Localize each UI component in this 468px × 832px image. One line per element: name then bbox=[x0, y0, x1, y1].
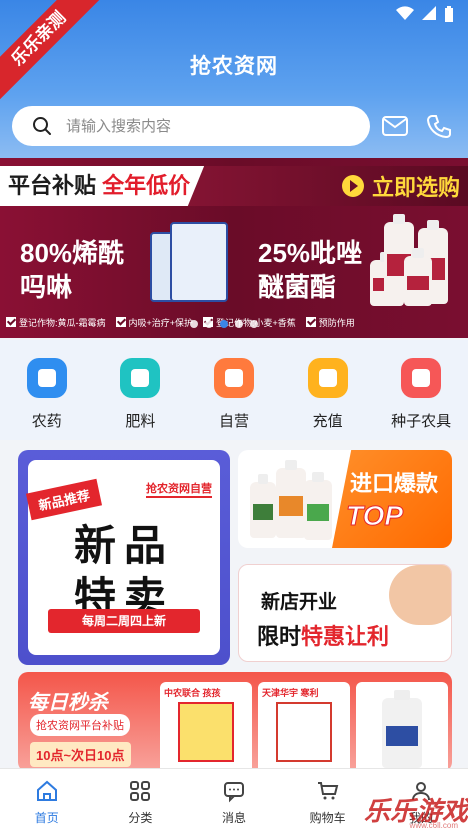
carousel-dot[interactable] bbox=[250, 320, 258, 328]
category-fertilizer[interactable]: 肥料 bbox=[94, 340, 188, 440]
new-shop-subtitle-b: 特惠让利 bbox=[301, 624, 390, 649]
flash-sale-item[interactable] bbox=[356, 682, 448, 772]
banner-footnote: 预防作用 bbox=[305, 316, 355, 329]
tab-label: 分类 bbox=[128, 811, 153, 825]
grid-icon bbox=[130, 781, 151, 801]
fertilizer-icon bbox=[120, 358, 161, 398]
flash-sale-subtitle: 抢农资网平台补贴 bbox=[30, 714, 130, 736]
watermark-url: www.c6ll.com bbox=[409, 821, 458, 830]
seed-tool-icon bbox=[401, 358, 442, 398]
message-icon bbox=[223, 782, 244, 803]
flash-item-brand: 天津华宇 寒利 bbox=[262, 688, 319, 698]
flash-sale-time: 10点~次日10点 bbox=[30, 742, 131, 767]
battery-icon bbox=[444, 6, 454, 25]
tab-label: 消息 bbox=[221, 811, 246, 825]
banner-footnote: 内吸+治疗+保护 bbox=[115, 316, 193, 329]
new-products-panel: 新品推荐 抢农资网自营 新品 特卖 每周二周四上新 bbox=[25, 460, 220, 655]
page-title: 抢农资网 bbox=[190, 55, 278, 78]
banner-product-1: 80%烯酰吗啉 bbox=[20, 238, 125, 302]
tab-label: 首页 bbox=[34, 811, 59, 825]
select-now-label: 立即选购 bbox=[371, 175, 460, 200]
product-bottle-image bbox=[404, 248, 432, 306]
import-orange-panel bbox=[332, 450, 452, 548]
promo-banner[interactable]: 平台补贴 全年低价 立即选购 80%烯酰吗啉 25%吡唑醚菌酯 登记作物:黄瓜-… bbox=[0, 158, 468, 338]
fist-image bbox=[389, 565, 451, 625]
new-shop-card[interactable]: 新店开业 限时特惠让利 bbox=[238, 564, 452, 662]
search-input[interactable] bbox=[66, 117, 336, 135]
cart-icon bbox=[317, 782, 338, 800]
search-bar[interactable] bbox=[12, 106, 370, 146]
signal-icon bbox=[422, 6, 436, 25]
home-icon bbox=[36, 780, 57, 801]
product-package-image bbox=[276, 702, 332, 762]
carousel-dot[interactable] bbox=[235, 320, 243, 328]
search-icon bbox=[33, 117, 51, 135]
banner-headline-part1: 平台补贴 bbox=[8, 173, 97, 198]
mail-icon[interactable] bbox=[380, 112, 410, 140]
carousel-dot-active[interactable] bbox=[220, 320, 228, 328]
category-seeds-tools[interactable]: 种子农具 bbox=[374, 340, 468, 440]
product-bottle-image bbox=[250, 474, 276, 538]
flash-sale-item[interactable]: 天津华宇 寒利 bbox=[258, 682, 350, 772]
tab-category[interactable]: 分类 bbox=[94, 769, 188, 832]
tab-messages[interactable]: 消息 bbox=[187, 769, 281, 832]
select-now-button[interactable]: 立即选购 bbox=[341, 170, 460, 202]
category-label: 种子农具 bbox=[391, 413, 452, 430]
category-label: 肥料 bbox=[125, 413, 156, 430]
tab-home[interactable]: 首页 bbox=[0, 769, 94, 832]
status-bar bbox=[396, 6, 454, 25]
store-icon bbox=[213, 358, 254, 398]
self-operated-tag: 抢农资网自营 bbox=[146, 480, 212, 498]
new-shop-subtitle-a: 限时 bbox=[257, 624, 302, 649]
product-bottle-image bbox=[382, 690, 422, 768]
import-hot-card[interactable]: 进口爆款 TOP bbox=[238, 450, 452, 548]
flash-sale-items: 中农联合 孩孩 天津华宇 寒利 bbox=[160, 682, 448, 772]
banner-product-2: 25%吡唑醚菌酯 bbox=[258, 238, 363, 302]
carousel-dot[interactable] bbox=[190, 320, 198, 328]
flash-sale-card[interactable]: 每日秒杀 抢农资网平台补贴 10点~次日10点 中农联合 孩孩 天津华宇 寒利 bbox=[18, 672, 452, 772]
new-shop-title: 新店开业 bbox=[261, 592, 338, 613]
category-self-operated[interactable]: 自营 bbox=[187, 340, 281, 440]
carousel-dot[interactable] bbox=[205, 320, 213, 328]
category-grid: 农药 肥料 自营 充值 种子农具 bbox=[0, 340, 468, 440]
flash-sale-item[interactable]: 中农联合 孩孩 bbox=[160, 682, 252, 772]
new-shop-subtitle: 限时特惠让利 bbox=[257, 619, 389, 651]
flash-item-brand: 中农联合 孩孩 bbox=[164, 688, 221, 698]
tab-label: 购物车 bbox=[309, 811, 346, 825]
product-bottle-image bbox=[304, 472, 332, 540]
banner-headline-part2: 全年低价 bbox=[102, 173, 191, 198]
pesticide-icon bbox=[26, 358, 67, 398]
yen-coin-icon bbox=[307, 358, 348, 398]
category-label: 农药 bbox=[31, 413, 62, 430]
wifi-icon bbox=[396, 6, 414, 25]
category-label: 充值 bbox=[312, 413, 343, 430]
category-label: 自营 bbox=[218, 413, 249, 430]
banner-headline: 平台补贴 全年低价 bbox=[0, 166, 205, 206]
product-package-image bbox=[170, 222, 228, 302]
product-bottle-image bbox=[276, 460, 306, 538]
category-recharge[interactable]: 充值 bbox=[281, 340, 375, 440]
new-products-card[interactable]: 新品推荐 抢农资网自营 新品 特卖 每周二周四上新 bbox=[18, 450, 230, 665]
tab-cart[interactable]: 购物车 bbox=[281, 769, 375, 832]
import-title: 进口爆款 bbox=[350, 471, 439, 496]
carousel-indicator bbox=[190, 320, 258, 328]
product-package-image bbox=[178, 702, 234, 762]
phone-icon[interactable] bbox=[424, 112, 454, 140]
banner-footnote: 登记作物:黄瓜-霜霉病 bbox=[6, 316, 106, 329]
flash-sale-title: 每日秒杀 bbox=[28, 692, 108, 714]
new-schedule-strip: 每周二周四上新 bbox=[48, 609, 200, 633]
play-icon bbox=[341, 175, 364, 197]
import-top-label: TOP bbox=[345, 500, 404, 532]
category-pesticide[interactable]: 农药 bbox=[0, 340, 94, 440]
